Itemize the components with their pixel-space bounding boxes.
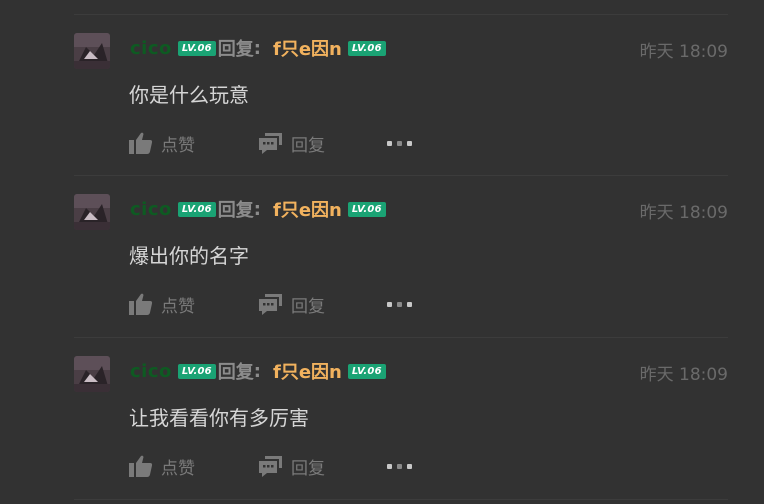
username[interactable]: cico — [130, 361, 172, 382]
reply-target-name[interactable]: f只e因n — [273, 358, 342, 384]
dot — [407, 140, 412, 146]
target-level-badge: LV.06 — [347, 40, 386, 56]
comment-meta: cico LV.06 回复: f只e因n LV.06 — [130, 358, 386, 384]
like-label: 点赞 — [161, 458, 195, 479]
dot — [397, 463, 402, 469]
username[interactable]: cico — [130, 199, 172, 220]
reply-button[interactable]: 回复 — [258, 292, 387, 317]
reply-label: 回复 — [291, 296, 325, 317]
dot — [397, 140, 402, 146]
comment-actions: 点赞 回复 — [129, 453, 412, 479]
reply-target-name[interactable]: f只e因n — [273, 196, 342, 222]
avatar[interactable] — [74, 356, 110, 392]
reply-button[interactable]: 回复 — [258, 454, 387, 479]
user-level-badge: LV.06 — [177, 201, 216, 217]
like-label: 点赞 — [161, 296, 195, 317]
thumbs-up-icon — [129, 293, 153, 315]
avatar[interactable] — [74, 194, 110, 230]
comment-actions: 点赞 回复 — [129, 291, 412, 317]
reply-word: 回复 — [217, 362, 254, 383]
reply-label: 回复 — [291, 458, 325, 479]
like-button[interactable]: 点赞 — [129, 454, 258, 479]
comment-actions: 点赞 回复 — [129, 130, 412, 156]
more-dots-icon[interactable] — [387, 301, 412, 307]
dot — [407, 301, 412, 307]
comment-reply-list: cico LV.06 回复: f只e因n LV.06 昨天 18:09 你是什么… — [0, 0, 764, 504]
reply-colon: : — [253, 198, 261, 220]
reply-target-name[interactable]: f只e因n — [273, 35, 342, 61]
reply-label: 回复 — [291, 135, 325, 156]
dot — [387, 140, 392, 146]
comment-icon — [258, 132, 283, 154]
comment-icon — [258, 455, 283, 477]
reply-colon: : — [253, 360, 261, 382]
like-button[interactable]: 点赞 — [129, 131, 258, 156]
divider — [74, 499, 728, 500]
reply-word: 回复 — [217, 200, 254, 221]
dot — [387, 301, 392, 307]
comment-text: 爆出你的名字 — [129, 244, 249, 268]
comment-meta: cico LV.06 回复: f只e因n LV.06 — [130, 196, 386, 222]
more-dots-icon[interactable] — [387, 140, 412, 146]
comment-icon — [258, 293, 283, 315]
target-level-badge: LV.06 — [347, 201, 386, 217]
dot — [397, 301, 402, 307]
comment-item: cico LV.06 回复: f只e因n LV.06 昨天 18:09 让我看看… — [0, 338, 764, 500]
timestamp: 昨天 18:09 — [639, 365, 728, 385]
reply-word: 回复 — [217, 39, 254, 60]
thumbs-up-icon — [129, 132, 153, 154]
username[interactable]: cico — [130, 38, 172, 59]
dot — [407, 463, 412, 469]
user-level-badge: LV.06 — [177, 40, 216, 56]
user-level-badge: LV.06 — [177, 363, 216, 379]
dot — [387, 463, 392, 469]
comment-text: 让我看看你有多厉害 — [129, 406, 309, 430]
comment-item: cico LV.06 回复: f只e因n LV.06 昨天 18:09 你是什么… — [0, 15, 764, 177]
thumbs-up-icon — [129, 455, 153, 477]
more-dots-icon[interactable] — [387, 463, 412, 469]
avatar[interactable] — [74, 33, 110, 69]
timestamp: 昨天 18:09 — [639, 203, 728, 223]
like-button[interactable]: 点赞 — [129, 292, 258, 317]
target-level-badge: LV.06 — [347, 363, 386, 379]
comment-item: cico LV.06 回复: f只e因n LV.06 昨天 18:09 爆出你的… — [0, 176, 764, 338]
like-label: 点赞 — [161, 135, 195, 156]
reply-button[interactable]: 回复 — [258, 131, 387, 156]
timestamp: 昨天 18:09 — [639, 42, 728, 62]
comment-meta: cico LV.06 回复: f只e因n LV.06 — [130, 35, 386, 61]
comment-text: 你是什么玩意 — [129, 83, 249, 107]
reply-colon: : — [253, 37, 261, 59]
